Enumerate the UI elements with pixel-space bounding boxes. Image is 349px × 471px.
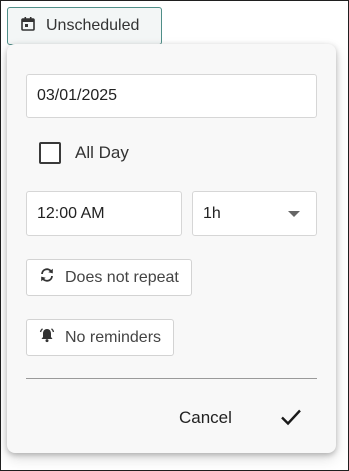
date-input[interactable]: 03/01/2025 — [26, 74, 317, 118]
chevron-down-icon — [288, 210, 300, 217]
repeat-label: Does not repeat — [65, 268, 179, 286]
all-day-label: All Day — [75, 143, 129, 162]
calendar-icon — [20, 16, 36, 37]
date-value: 03/01/2025 — [37, 87, 118, 104]
unscheduled-label: Unscheduled — [46, 17, 140, 34]
confirm-button[interactable] — [277, 405, 305, 433]
duration-value: 1h — [203, 204, 221, 222]
duration-select[interactable]: 1h — [192, 191, 317, 236]
repeat-icon — [39, 267, 55, 288]
time-input[interactable]: 12:00 AM — [26, 191, 182, 236]
divider — [26, 378, 317, 379]
checkmark-icon — [279, 405, 303, 434]
time-value: 12:00 AM — [37, 204, 105, 222]
reminders-button[interactable]: No reminders — [26, 319, 175, 356]
all-day-checkbox[interactable] — [39, 142, 61, 164]
all-day-toggle[interactable]: All Day — [39, 142, 129, 164]
unscheduled-button[interactable]: Unscheduled — [7, 7, 162, 45]
bell-icon — [39, 327, 55, 348]
repeat-button[interactable]: Does not repeat — [26, 259, 192, 296]
reminder-label: No reminders — [65, 328, 162, 346]
schedule-popover: 03/01/2025 All Day 12:00 AM 1h Does not … — [7, 44, 336, 453]
cancel-button[interactable]: Cancel — [179, 406, 232, 430]
